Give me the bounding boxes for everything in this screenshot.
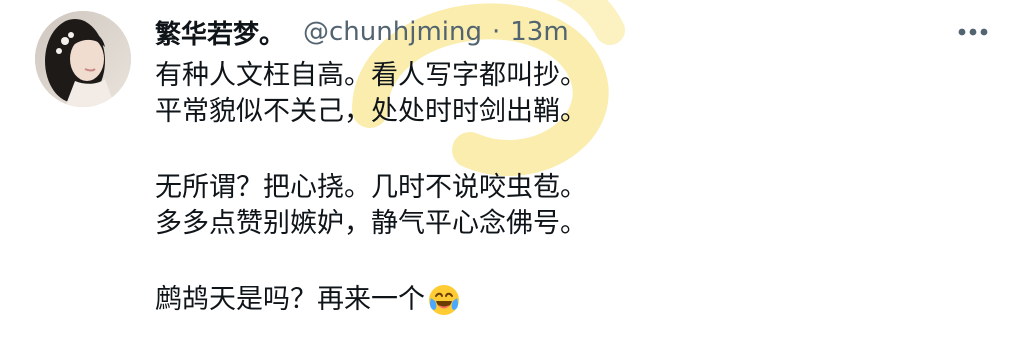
line-break [155,130,975,170]
tweet-line: 平常貌似不关己，处处时时剑出鞘。 [155,96,587,127]
tweet-line: 鹧鸪天是吗？再来一个 [155,284,425,315]
tweet-header: 繁华若梦。 @chunhjming · 13m [155,14,569,50]
display-name[interactable]: 繁华若梦。 [155,14,285,51]
line-break [155,242,975,282]
tweet-line-last: 鹧鸪天是吗？再来一个 [155,282,975,318]
tweet-card[interactable]: 繁华若梦。 @chunhjming · 13m 有种人文枉自高。看人写字都叫抄。… [0,0,1024,357]
tweet-line: 有种人文枉自高。看人写字都叫抄。 [155,60,587,91]
more-options-button[interactable] [946,16,1000,48]
separator-dot: · [491,17,501,47]
more-horizontal-icon [958,28,988,36]
tweet-line: 多多点赞别嫉妒，静气平心念佛号。 [155,208,587,239]
avatar-image [35,11,131,107]
tweet-text: 有种人文枉自高。看人写字都叫抄。 平常貌似不关己，处处时时剑出鞘。 无所谓？把心… [155,58,975,318]
face-with-tears-of-joy-icon [429,285,459,315]
timestamp[interactable]: 13m [510,17,568,47]
avatar[interactable] [35,11,131,107]
user-handle[interactable]: @chunhjming [303,17,482,47]
tweet-line: 无所谓？把心挠。几时不说咬虫苞。 [155,172,587,203]
